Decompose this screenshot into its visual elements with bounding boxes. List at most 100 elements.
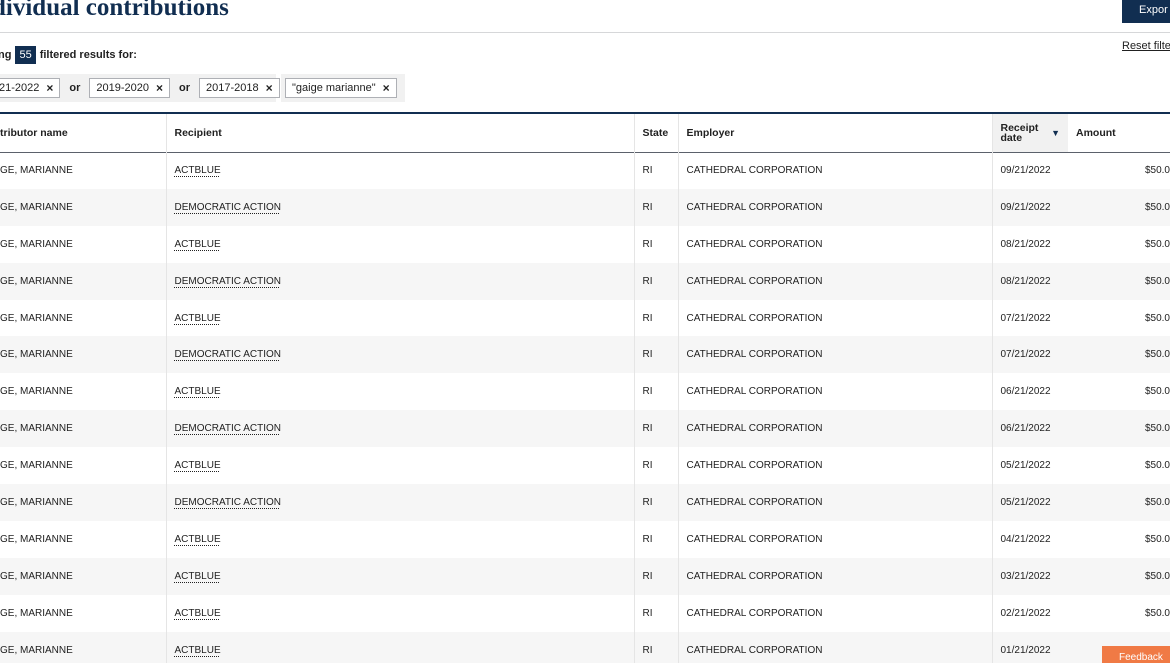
recipient-link[interactable]: ACTBLUE [175, 313, 221, 324]
recipient-cell[interactable]: ACTBLUE [165, 594, 634, 632]
close-icon[interactable]: × [156, 81, 163, 95]
contributor-cell: GE, MARIANNE [0, 349, 73, 361]
recipient-cell[interactable]: ACTBLUE [165, 152, 634, 189]
contributor-cell: GE, MARIANNE [0, 275, 73, 287]
recipient-link[interactable]: ACTBLUE [175, 608, 221, 619]
recipient-cell[interactable]: ACTBLUE [165, 520, 634, 558]
recipient-link[interactable]: ACTBLUE [175, 239, 221, 250]
column-receipt-date[interactable]: Receipt date ▼ [991, 113, 1068, 152]
table-row: GE, MARIANNE DEMOCRATIC ACTION RI CATHEDRAL… [0, 336, 1170, 374]
feedback-button[interactable]: Feedback [1102, 646, 1170, 663]
table-row: GE, MARIANNE ACTBLUE RI CATHEDRAL CORPORATI… [0, 152, 1170, 189]
recipient-cell[interactable]: ACTBLUE [165, 299, 634, 337]
amount-cell: $50.0 [1144, 386, 1170, 398]
table-row: GE, MARIANNE ACTBLUE RI CATHEDRAL CORPORATI… [0, 373, 1170, 411]
receipt-date-cell: 08/21/2022 [991, 262, 1068, 300]
filter-tag-name: "gaige marianne" × [285, 78, 397, 98]
table-row: GE, MARIANNE ACTBLUE RI CATHEDRAL CORPORATI… [0, 447, 1170, 485]
table-row: GE, MARIANNE ACTBLUE RI CATHEDRAL CORPORATI… [0, 225, 1170, 263]
contributions-table: tributor name Recipient State Employer R… [0, 112, 1170, 663]
recipient-cell[interactable]: ACTBLUE [165, 373, 634, 411]
recipient-cell[interactable]: ACTBLUE [165, 225, 634, 263]
receipt-date-cell: 05/21/2022 [991, 484, 1068, 521]
amount-cell: $50.0 [1144, 349, 1170, 361]
table-row: GE, MARIANNE ACTBLUE RI CATHEDRAL CORPORATI… [0, 299, 1170, 337]
recipient-link[interactable]: DEMOCRATIC ACTION [175, 349, 281, 360]
receipt-date-cell: 06/21/2022 [991, 373, 1068, 411]
recipient-cell[interactable]: DEMOCRATIC ACTION [165, 484, 634, 521]
recipient-link[interactable]: ACTBLUE [175, 534, 221, 545]
amount-cell: $50.0 [1144, 312, 1170, 324]
recipient-cell[interactable]: ACTBLUE [165, 631, 634, 663]
contributor-cell: GE, MARIANNE [0, 201, 73, 213]
recipient-cell[interactable]: DEMOCRATIC ACTION [165, 188, 634, 226]
filter-tag-2019-2020: 2019-2020 × [89, 78, 171, 98]
employer-cell: CATHEDRAL CORPORATION [677, 631, 992, 663]
contributor-cell: GE, MARIANNE [0, 312, 73, 324]
amount-cell: $50.0 [1144, 165, 1170, 177]
receipt-date-cell: 06/21/2022 [991, 410, 1068, 448]
recipient-cell[interactable]: DEMOCRATIC ACTION [165, 410, 634, 448]
receipt-date-cell: 09/21/2022 [991, 152, 1068, 189]
amount-cell: $50.0 [1144, 607, 1170, 619]
column-contributor-name[interactable]: tributor name [0, 113, 166, 152]
recipient-link[interactable]: ACTBLUE [175, 460, 221, 471]
recipient-link[interactable]: ACTBLUE [175, 645, 221, 656]
table-row: GE, MARIANNE DEMOCRATIC ACTION RI CATHEDRAL… [0, 484, 1170, 521]
amount-cell: $50.0 [1144, 460, 1170, 472]
state-cell: RI [633, 188, 678, 226]
employer-cell: CATHEDRAL CORPORATION [677, 152, 992, 189]
or-separator: or [179, 82, 191, 94]
summary-suffix: filtered results for: [39, 49, 137, 61]
or-separator: or [69, 82, 81, 94]
receipt-date-cell: 07/21/2022 [991, 299, 1068, 337]
export-button[interactable]: Expor [1122, 0, 1170, 23]
amount-cell: $50.0 [1144, 238, 1170, 250]
employer-cell: CATHEDRAL CORPORATION [677, 557, 992, 595]
employer-cell: CATHEDRAL CORPORATION [677, 594, 992, 632]
state-cell: RI [633, 373, 678, 411]
contributor-cell: GE, MARIANNE [0, 238, 73, 250]
contributor-cell: GE, MARIANNE [0, 165, 73, 177]
recipient-cell[interactable]: ACTBLUE [165, 557, 634, 595]
results-count-badge: 55 [15, 46, 36, 64]
filter-group-period: 21-2022 × or 2019-2020 × or 2017-2018 × [0, 74, 280, 102]
recipient-link[interactable]: ACTBLUE [175, 386, 221, 397]
recipient-link[interactable]: DEMOCRATIC ACTION [175, 276, 281, 287]
column-state[interactable]: State [633, 113, 678, 152]
receipt-date-cell: 02/21/2022 [991, 594, 1068, 632]
state-cell: RI [633, 152, 678, 189]
filter-tag-label: "gaige marianne" [292, 82, 376, 94]
employer-cell: CATHEDRAL CORPORATION [677, 336, 992, 374]
state-cell: RI [633, 484, 678, 521]
contributor-cell: GE, MARIANNE [0, 533, 73, 545]
receipt-date-cell: 05/21/2022 [991, 447, 1068, 485]
contributor-cell: GE, MARIANNE [0, 423, 73, 435]
state-cell: RI [633, 520, 678, 558]
employer-cell: CATHEDRAL CORPORATION [677, 410, 992, 448]
recipient-link[interactable]: DEMOCRATIC ACTION [175, 202, 281, 213]
employer-cell: CATHEDRAL CORPORATION [677, 373, 992, 411]
contributor-cell: GE, MARIANNE [0, 496, 73, 508]
filter-tag-label: 2019-2020 [96, 82, 149, 94]
state-cell: RI [633, 557, 678, 595]
recipient-cell[interactable]: DEMOCRATIC ACTION [165, 262, 634, 300]
amount-cell: $50.0 [1144, 533, 1170, 545]
close-icon[interactable]: × [266, 81, 273, 95]
page-title: dividual contributions [0, 0, 229, 21]
recipient-link[interactable]: ACTBLUE [175, 165, 221, 176]
recipient-link[interactable]: ACTBLUE [175, 571, 221, 582]
column-amount[interactable]: Amount [1068, 113, 1170, 152]
recipient-link[interactable]: DEMOCRATIC ACTION [175, 423, 281, 434]
recipient-link[interactable]: DEMOCRATIC ACTION [175, 497, 281, 508]
close-icon[interactable]: × [383, 81, 390, 95]
reset-filters-link[interactable]: Reset filte [1122, 40, 1170, 52]
column-employer[interactable]: Employer [677, 113, 992, 152]
column-recipient[interactable]: Recipient [165, 113, 634, 152]
recipient-cell[interactable]: ACTBLUE [165, 447, 634, 485]
recipient-cell[interactable]: DEMOCRATIC ACTION [165, 336, 634, 374]
table-row: GE, MARIANNE DEMOCRATIC ACTION RI CATHEDRAL… [0, 262, 1170, 300]
close-icon[interactable]: × [46, 81, 53, 95]
amount-cell: $50.0 [1144, 201, 1170, 213]
employer-cell: CATHEDRAL CORPORATION [677, 188, 992, 226]
